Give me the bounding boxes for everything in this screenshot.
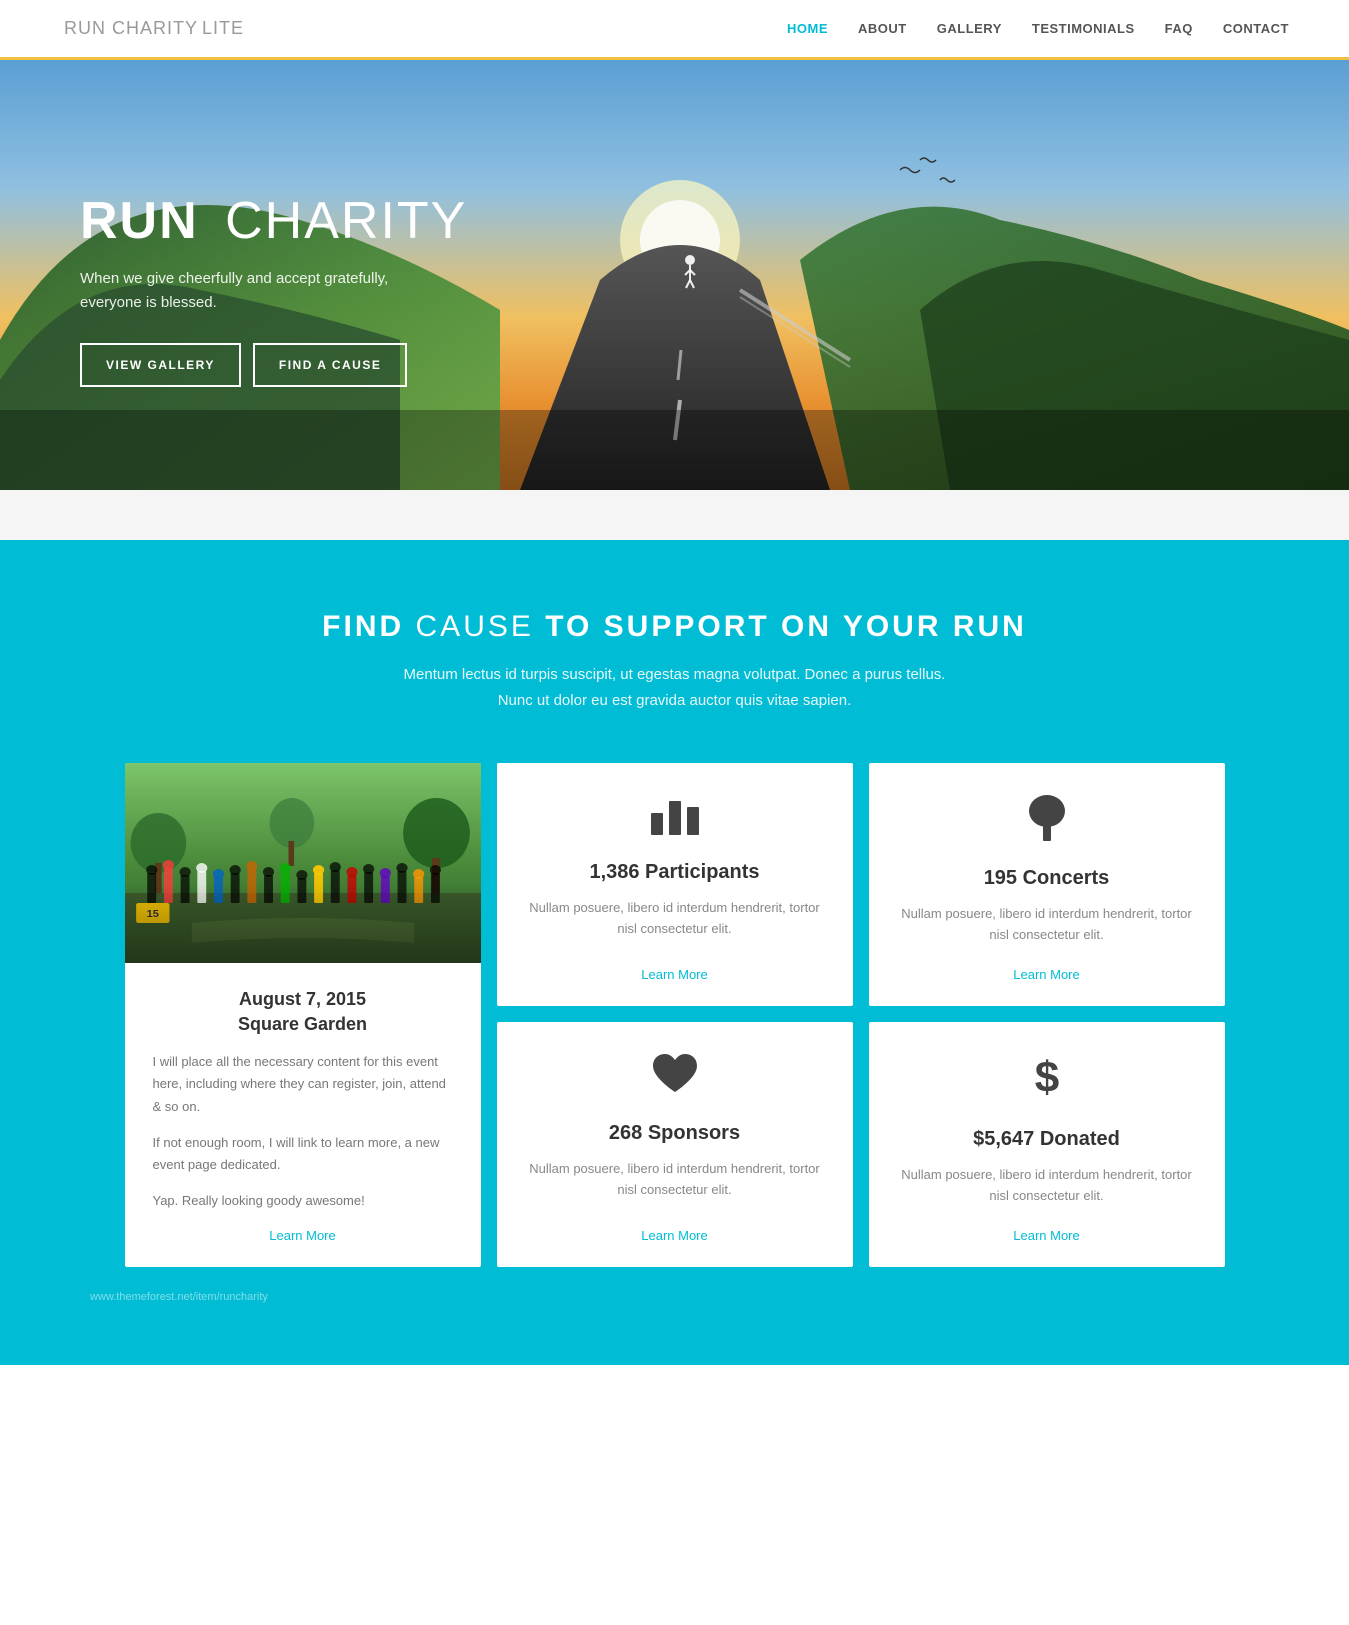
event-date: August 7, 2015Square Garden [153,987,453,1037]
event-learn-more-link[interactable]: Learn More [153,1228,453,1243]
event-desc-1: I will place all the necessary content f… [153,1051,453,1117]
nav-link-contact[interactable]: CONTACT [1223,21,1289,36]
concerts-desc: Nullam posuere, libero id interdum hendr… [897,904,1197,946]
svg-text:$: $ [1034,1053,1058,1102]
nav-link-gallery[interactable]: GALLERY [937,21,1002,36]
sponsors-number: 268 Sponsors [609,1122,740,1145]
brand-logo[interactable]: RUN CHARITYLITE [60,18,244,39]
nav-link-home[interactable]: HOME [787,21,828,36]
hero-title: RUN CHARITY [80,193,467,250]
find-cause-button[interactable]: FIND A CAUSE [253,343,407,387]
nav-link-testimonials[interactable]: TESTIMONIALS [1032,21,1135,36]
brand-bold: RUN CHARITY [64,18,198,38]
bar-chart-icon [649,793,701,845]
hero-content: RUN CHARITY When we give cheerfully and … [0,163,467,386]
donated-card: $ $5,647 Donated Nullam posuere, libero … [869,1022,1225,1267]
donated-number: $5,647 Donated [973,1128,1120,1151]
nav-menu: HOME ABOUT GALLERY TESTIMONIALS FAQ CONT… [787,20,1289,38]
concerts-number: 195 Concerts [984,867,1110,890]
event-desc-2: If not enough room, I will link to learn… [153,1132,453,1176]
sponsors-learn-more-link[interactable]: Learn More [641,1228,707,1243]
svg-text:15: 15 [146,908,158,919]
dollar-icon: $ [1021,1052,1073,1112]
navbar: RUN CHARITYLITE HOME ABOUT GALLERY TESTI… [0,0,1349,60]
find-cause-section: FIND CAUSE TO SUPPORT ON YOUR RUN Mentum… [0,540,1349,1365]
footer-url-area: www.themeforest.net/item/runcharity [80,1287,1269,1305]
footer-url: www.themeforest.net/item/runcharity [90,1291,268,1303]
section-separator [0,490,1349,540]
event-image: 15 [125,763,481,963]
nav-item-about[interactable]: ABOUT [858,20,907,38]
hero-buttons: VIEW GALLERY FIND A CAUSE [80,343,467,387]
participants-learn-more-link[interactable]: Learn More [641,967,707,982]
hero-title-light: CHARITY [225,192,467,250]
hero-title-bold: RUN [80,192,199,250]
title-rest: TO SUPPORT ON YOUR RUN [545,610,1027,643]
participants-desc: Nullam posuere, libero id interdum hendr… [525,898,825,940]
nav-link-faq[interactable]: FAQ [1165,21,1193,36]
nav-item-contact[interactable]: CONTACT [1223,20,1289,38]
crowd-scene-svg: 15 [125,763,481,963]
sponsors-card: 268 Sponsors Nullam posuere, libero id i… [497,1022,853,1267]
find-cause-title: FIND CAUSE TO SUPPORT ON YOUR RUN [80,610,1269,644]
brand-light: LITE [202,18,244,38]
nav-item-testimonials[interactable]: TESTIMONIALS [1032,20,1135,38]
nav-item-faq[interactable]: FAQ [1165,20,1193,38]
participants-number: 1,386 Participants [589,861,759,884]
sponsors-desc: Nullam posuere, libero id interdum hendr… [525,1159,825,1201]
event-card: 15 August 7, 2015Square Garden I will pl… [125,763,481,1267]
hero-section: RUN CHARITY When we give cheerfully and … [0,60,1349,490]
find-cause-desc: Mentum lectus id turpis suscipit, ut ege… [385,662,965,713]
heart-icon [649,1052,701,1106]
cards-grid: 15 August 7, 2015Square Garden I will pl… [125,763,1225,1267]
tree-icon [1021,793,1073,851]
event-body: August 7, 2015Square Garden I will place… [125,963,481,1267]
title-cause: CAUSE [416,610,534,643]
hero-subtitle: When we give cheerfully and accept grate… [80,267,420,315]
nav-link-about[interactable]: ABOUT [858,21,907,36]
concerts-card: 195 Concerts Nullam posuere, libero id i… [869,763,1225,1006]
view-gallery-button[interactable]: VIEW GALLERY [80,343,241,387]
concerts-learn-more-link[interactable]: Learn More [1013,967,1079,982]
nav-item-home[interactable]: HOME [787,20,828,38]
participants-card: 1,386 Participants Nullam posuere, liber… [497,763,853,1006]
donated-desc: Nullam posuere, libero id interdum hendr… [897,1165,1197,1207]
donated-learn-more-link[interactable]: Learn More [1013,1228,1079,1243]
event-desc-3: Yap. Really looking goody awesome! [153,1190,453,1212]
find-cause-header: FIND CAUSE TO SUPPORT ON YOUR RUN Mentum… [80,610,1269,713]
nav-item-gallery[interactable]: GALLERY [937,20,1002,38]
title-find: FIND [322,610,404,643]
